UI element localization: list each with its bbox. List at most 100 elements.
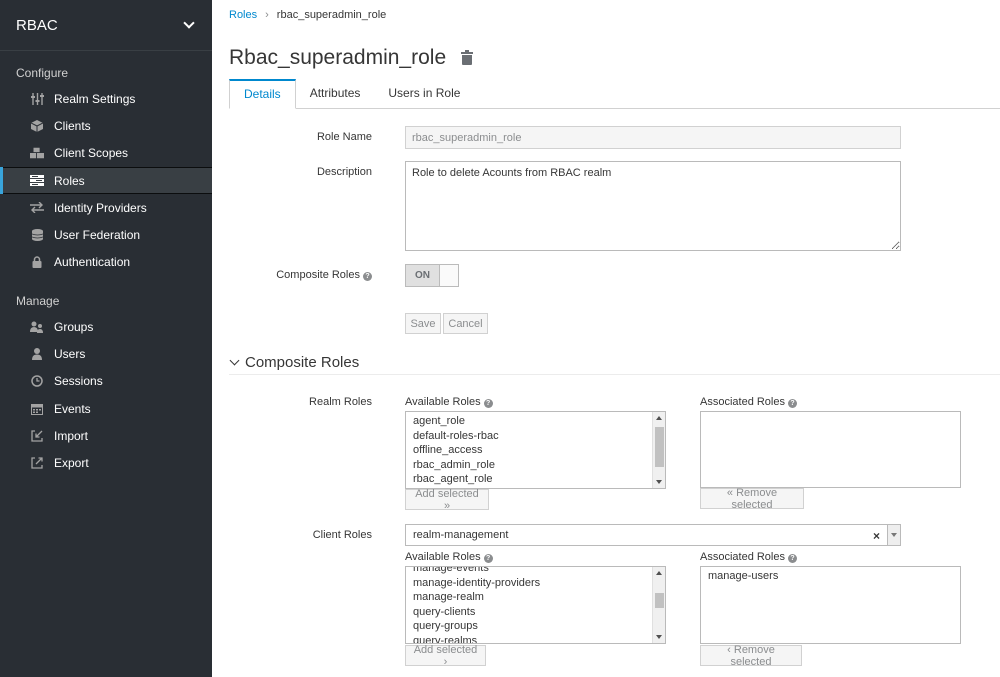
remove-selected-button[interactable]: « Remove selected — [700, 487, 804, 511]
description-field[interactable]: Role to delete Acounts from RBAC realm — [405, 161, 901, 251]
list-item[interactable]: offline_access — [406, 443, 665, 458]
sidebar-item-label: Events — [54, 401, 91, 416]
scroll-up-icon[interactable] — [656, 571, 662, 575]
sidebar-item-export[interactable]: Export — [0, 450, 212, 477]
sidebar-item-label: Clients — [54, 118, 91, 133]
sidebar-item-user-federation[interactable]: User Federation — [0, 221, 212, 248]
realm-available-roles-label: Available Roles? — [405, 396, 493, 408]
list-item[interactable]: query-realms — [406, 634, 665, 644]
tab-details[interactable]: Details — [229, 79, 296, 109]
remove-selected-client-button[interactable]: ‹ Remove selected — [700, 644, 802, 668]
scroll-down-icon[interactable] — [656, 480, 662, 484]
client-select-value: realm-management — [413, 529, 509, 541]
realm-associated-roles-list[interactable] — [700, 411, 961, 488]
save-button[interactable]: Save — [405, 313, 441, 334]
tab-attributes[interactable]: Attributes — [296, 79, 375, 109]
sidebar-item-sessions[interactable]: Sessions — [0, 368, 212, 395]
associated-roles-text: Associated Roles — [700, 551, 785, 563]
client-available-roles-label: Available Roles? — [405, 551, 493, 563]
breadcrumb-roles-link[interactable]: Roles — [229, 9, 257, 21]
manage-nav: Groups Users Sessions Events Import Expo… — [0, 313, 212, 477]
sidebar-item-identity-providers[interactable]: Identity Providers — [0, 194, 212, 221]
list-item[interactable]: rbac_admin_role — [406, 458, 665, 473]
list-item[interactable]: manage-realm — [406, 590, 665, 605]
scroll-thumb[interactable] — [655, 593, 664, 608]
sidebar-item-label: Realm Settings — [54, 91, 136, 106]
clear-icon[interactable]: × — [873, 529, 880, 543]
trash-icon[interactable] — [461, 50, 474, 65]
list-item[interactable]: query-clients — [406, 605, 665, 620]
sidebar-item-label: Users — [54, 347, 86, 362]
scroll-thumb[interactable] — [655, 427, 664, 467]
sidebar: RBAC Configure Realm Settings Clients Cl… — [0, 0, 212, 677]
composite-roles-toggle[interactable]: ON — [405, 264, 459, 287]
list-icon — [30, 175, 44, 187]
chevron-down-icon[interactable] — [183, 17, 195, 29]
list-item[interactable]: manage-identity-providers — [406, 576, 665, 591]
sidebar-item-client-scopes[interactable]: Client Scopes — [0, 140, 212, 167]
clock-icon — [30, 375, 44, 388]
list-item[interactable]: agent_role — [406, 414, 665, 429]
sliders-icon — [30, 92, 44, 105]
composite-roles-section-header[interactable]: Composite Roles — [229, 351, 1000, 375]
cube-icon — [30, 119, 44, 132]
list-item[interactable]: default-roles-rbac — [406, 429, 665, 444]
sidebar-item-import[interactable]: Import — [0, 422, 212, 449]
main-content: Roles › rbac_superadmin_role Rbac_supera… — [212, 0, 1000, 677]
client-associated-roles-list[interactable]: manage-users — [700, 566, 961, 644]
help-icon[interactable]: ? — [788, 399, 797, 408]
caret-down-icon — [891, 533, 897, 537]
available-roles-text: Available Roles — [405, 551, 481, 563]
scroll-up-icon[interactable] — [656, 416, 662, 420]
associated-roles-text: Associated Roles — [700, 396, 785, 408]
client-select[interactable]: realm-management × — [405, 524, 901, 546]
sidebar-item-label: User Federation — [54, 228, 141, 243]
page-title-container: Rbac_superadmin_role — [229, 46, 474, 70]
help-icon[interactable]: ? — [788, 554, 797, 563]
breadcrumb-separator: › — [265, 9, 269, 21]
role-name-label: Role Name — [316, 131, 372, 143]
dropdown-toggle[interactable] — [887, 525, 900, 545]
toggle-knob — [440, 265, 458, 286]
client-available-roles-list[interactable]: manage-events manage-identity-providers … — [405, 566, 666, 644]
sidebar-item-label: Roles — [54, 173, 85, 188]
sidebar-item-label: Identity Providers — [54, 200, 147, 215]
cancel-button[interactable]: Cancel — [443, 313, 488, 334]
chevron-down-icon — [229, 355, 240, 365]
tab-bar: Details Attributes Users in Role — [229, 79, 1000, 109]
scrollbar[interactable] — [652, 567, 665, 643]
manage-section-title: Manage — [16, 294, 60, 309]
tab-users-in-role[interactable]: Users in Role — [374, 79, 474, 109]
role-name-field[interactable] — [405, 126, 901, 149]
sidebar-item-users[interactable]: Users — [0, 340, 212, 367]
exchange-icon — [30, 202, 44, 214]
export-icon — [30, 457, 44, 469]
sidebar-item-realm-settings[interactable]: Realm Settings — [0, 85, 212, 112]
breadcrumb: Roles › rbac_superadmin_role — [229, 9, 386, 21]
composite-roles-label-text: Composite Roles — [276, 269, 360, 281]
help-icon[interactable]: ? — [483, 554, 493, 563]
add-selected-button[interactable]: Add selected » — [405, 488, 489, 512]
realm-name: RBAC — [16, 16, 58, 34]
sidebar-item-label: Export — [54, 456, 89, 471]
list-item[interactable]: manage-events — [406, 567, 665, 576]
realm-available-roles-list[interactable]: agent_role default-roles-rbac offline_ac… — [405, 411, 666, 489]
available-roles-text: Available Roles — [405, 396, 481, 408]
add-selected-client-button[interactable]: Add selected › — [405, 644, 486, 668]
realm-selector[interactable]: RBAC — [0, 0, 212, 51]
sidebar-item-label: Client Scopes — [54, 146, 129, 161]
sidebar-item-groups[interactable]: Groups — [0, 313, 212, 340]
page-title: Rbac_superadmin_role — [229, 46, 447, 69]
list-item[interactable]: manage-users — [701, 569, 960, 584]
configure-nav: Realm Settings Clients Client Scopes Rol… — [0, 85, 212, 276]
composite-roles-title: Composite Roles — [245, 354, 360, 371]
calendar-icon — [30, 403, 44, 415]
list-item[interactable]: query-groups — [406, 619, 665, 634]
cubes-icon — [30, 147, 44, 159]
scroll-down-icon[interactable] — [656, 635, 662, 639]
user-icon — [30, 348, 44, 361]
scrollbar[interactable] — [652, 412, 665, 488]
list-item[interactable]: rbac_agent_role — [406, 472, 665, 487]
help-icon[interactable]: ? — [363, 272, 372, 281]
help-icon[interactable]: ? — [483, 399, 493, 408]
